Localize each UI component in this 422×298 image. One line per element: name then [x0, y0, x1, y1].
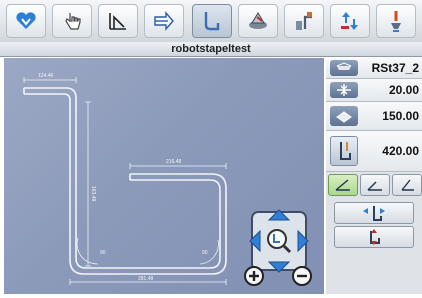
flip-vertical-icon	[370, 229, 380, 245]
page-title: robotstapeltest	[0, 42, 422, 57]
width-icon	[330, 106, 358, 126]
tab-manual[interactable]	[52, 4, 92, 38]
bend-angle-icon	[109, 13, 126, 30]
thickness-value: 20.00	[388, 83, 419, 97]
tab-bend-angle[interactable]	[98, 4, 138, 38]
flip-horizontal-icon	[363, 206, 385, 221]
feed-arrow-icon	[154, 11, 174, 31]
bend-mode-3-button[interactable]	[392, 174, 422, 196]
tab-updown[interactable]	[330, 4, 370, 38]
zoom-out-button[interactable]	[292, 266, 312, 286]
zoom-in-button[interactable]	[244, 266, 264, 286]
tab-feed[interactable]	[144, 4, 184, 38]
angle-left-label: 90	[100, 250, 106, 256]
bend-mode-2-button[interactable]	[360, 174, 390, 196]
parameter-panel: RSt37_2 20.00 150.00 420.00	[326, 58, 422, 294]
machine-icon	[249, 12, 267, 29]
flip-horizontal-button[interactable]	[334, 202, 414, 224]
tab-bent-part[interactable]	[192, 4, 232, 38]
thickness-row[interactable]: 20.00	[326, 79, 422, 102]
bend-mode-1-button[interactable]	[328, 174, 358, 196]
length-row[interactable]: 420.00	[326, 131, 422, 172]
dim-upper-right-label: 216.48	[166, 159, 182, 165]
bent-part-icon	[204, 12, 220, 31]
top-toolbar	[0, 0, 422, 43]
width-value: 150.00	[382, 109, 419, 123]
material-value: RSt37_2	[371, 61, 419, 75]
flip-vertical-button[interactable]	[334, 226, 414, 248]
bend-mode-2-icon	[367, 181, 382, 191]
material-icon	[330, 60, 358, 76]
dim-bottom-label: 281.48	[138, 276, 154, 282]
tab-favorites[interactable]	[6, 4, 46, 38]
tab-robot-stack[interactable]	[284, 4, 324, 38]
bend-mode-3-icon	[401, 179, 414, 191]
angle-right-label: 90	[202, 250, 208, 256]
dim-top-left-label: 124.46	[38, 73, 54, 79]
material-row[interactable]: RSt37_2	[326, 58, 422, 79]
dim-vertical-label: 163.48	[90, 186, 96, 202]
tool-icon	[391, 11, 401, 32]
arrows-updown-icon	[341, 12, 358, 30]
tab-machine[interactable]	[238, 4, 278, 38]
thickness-icon	[330, 82, 358, 98]
tab-tool[interactable]	[376, 4, 416, 38]
length-value: 420.00	[382, 144, 419, 158]
bend-mode-1-icon	[335, 179, 350, 191]
width-row[interactable]: 150.00	[326, 102, 422, 131]
hand-pointer-icon	[65, 13, 81, 30]
length-icon	[330, 136, 358, 166]
app-window: robotstapeltest 124.46 163.48 216.48 281…	[0, 0, 422, 298]
robot-stack-icon	[296, 12, 312, 30]
view-navigation-pad	[244, 208, 314, 288]
heart-badge-icon	[16, 12, 36, 30]
